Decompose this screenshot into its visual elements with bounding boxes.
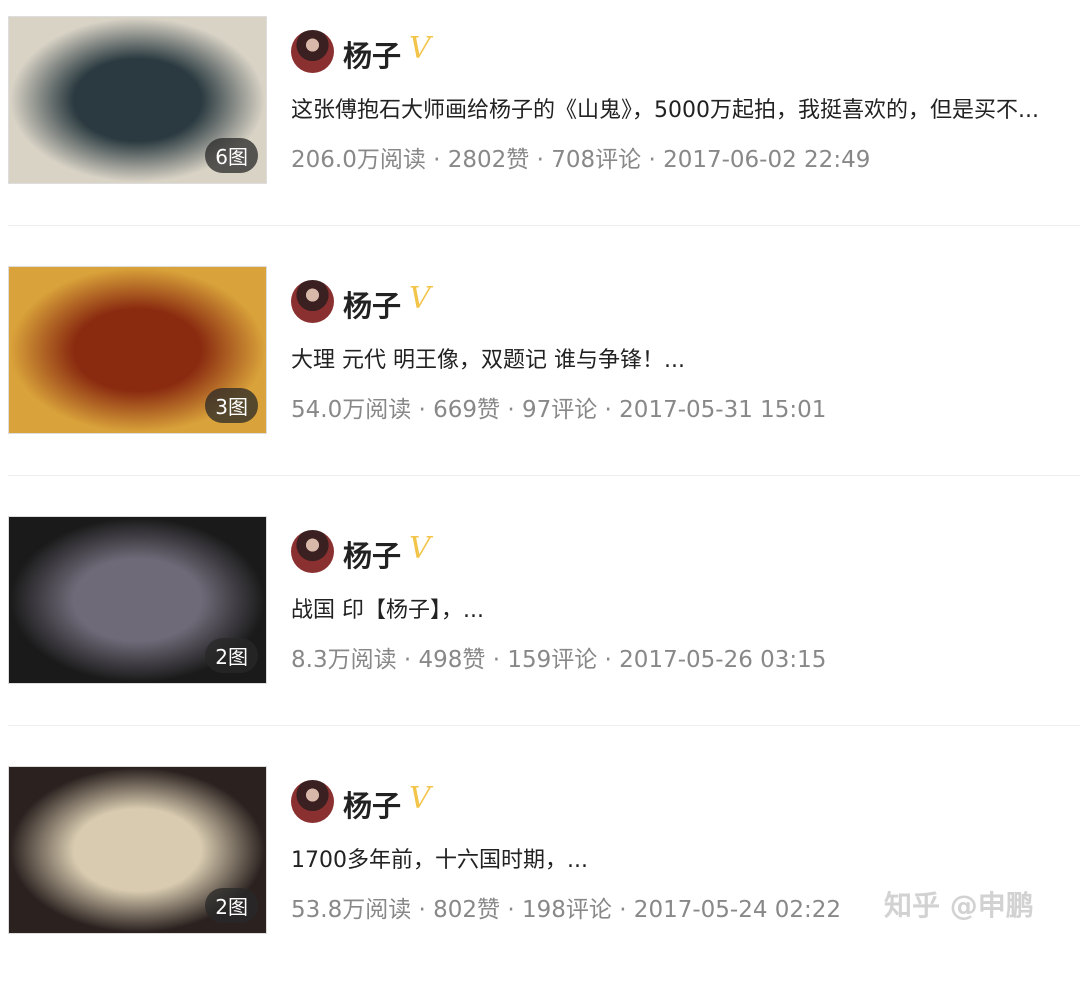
verified-icon: V [409,781,431,816]
divider [8,475,1080,476]
post-thumbnail[interactable]: 3图 [8,266,267,434]
post-meta: 8.3万阅读 · 498赞 · 159评论 · 2017-05-26 03:15 [291,647,827,673]
verified-icon: V [409,281,431,316]
author-name[interactable]: 杨子 [343,283,401,325]
divider [8,725,1080,726]
post-meta: 54.0万阅读 · 669赞 · 97评论 · 2017-05-31 15:01 [291,397,827,423]
divider [8,225,1080,226]
post-item[interactable]: 6图 杨子 V 这张傅抱石大师画给杨子的《山鬼》，5000万起拍，我挺喜欢的，但… [0,0,1080,250]
author-name[interactable]: 杨子 [343,783,401,825]
post-item[interactable]: 2图 杨子 V 1700多年前，十六国时期，... 53.8万阅读 · 802赞… [0,750,1080,1000]
post-title[interactable]: 战国 印【杨子】，... [291,592,1080,624]
post-meta: 206.0万阅读 · 2802赞 · 708评论 · 2017-06-02 22… [291,147,871,173]
avatar[interactable] [291,780,334,823]
post-title[interactable]: 1700多年前，十六国时期，... [291,842,1080,874]
post-meta: 53.8万阅读 · 802赞 · 198评论 · 2017-05-24 02:2… [291,897,842,923]
image-count-badge: 2图 [205,888,258,923]
post-thumbnail[interactable]: 2图 [8,766,267,934]
avatar[interactable] [291,280,334,323]
post-title[interactable]: 大理 元代 明王像，双题记 谁与争锋！... [291,342,1080,374]
post-title[interactable]: 这张傅抱石大师画给杨子的《山鬼》，5000万起拍，我挺喜欢的，但是买不... [291,92,1080,124]
watermark: 知乎 @申鹏 [884,889,1034,922]
author-name[interactable]: 杨子 [343,33,401,75]
verified-icon: V [409,531,431,566]
post-item[interactable]: 3图 杨子 V 大理 元代 明王像，双题记 谁与争锋！... 54.0万阅读 ·… [0,250,1080,500]
avatar[interactable] [291,30,334,73]
post-thumbnail[interactable]: 2图 [8,516,267,684]
image-count-badge: 3图 [205,388,258,423]
post-thumbnail[interactable]: 6图 [8,16,267,184]
post-item[interactable]: 2图 杨子 V 战国 印【杨子】，... 8.3万阅读 · 498赞 · 159… [0,500,1080,750]
author-name[interactable]: 杨子 [343,533,401,575]
image-count-badge: 2图 [205,638,258,673]
avatar[interactable] [291,530,334,573]
verified-icon: V [409,31,431,66]
image-count-badge: 6图 [205,138,258,173]
